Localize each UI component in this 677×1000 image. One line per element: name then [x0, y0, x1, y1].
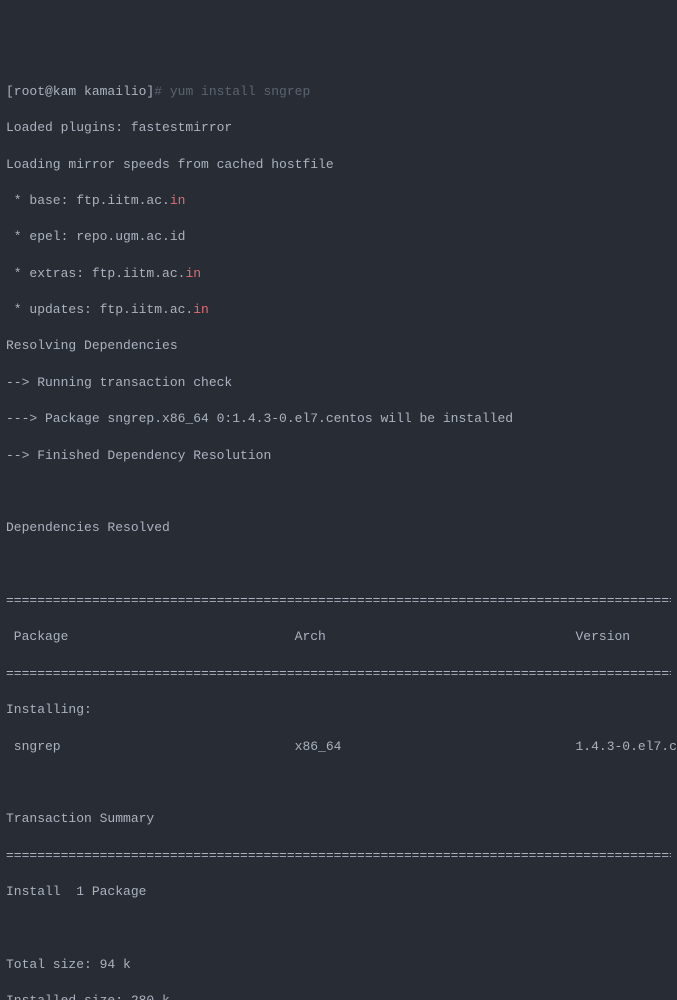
package-row: sngrep x86_64 1.4.3-0.el7.centos	[6, 738, 671, 756]
mirror-extras-tld: in	[185, 266, 201, 281]
blank-line-4	[6, 919, 671, 937]
prompt-user-host: [root@kam kamailio]	[6, 84, 154, 99]
mirror-base-prefix: * base: ftp.iitm.ac.	[6, 193, 170, 208]
blank-line-2	[6, 556, 671, 574]
mirror-updates-line: * updates: ftp.iitm.ac.in	[6, 301, 671, 319]
installed-size: Installed size: 280 k	[6, 992, 671, 1000]
separator-top: ========================================…	[6, 592, 671, 610]
mirror-base-line: * base: ftp.iitm.ac.in	[6, 192, 671, 210]
output-loaded-plugins: Loaded plugins: fastestmirror	[6, 119, 671, 137]
mirror-extras-line: * extras: ftp.iitm.ac.in	[6, 265, 671, 283]
mirror-updates-prefix: * updates: ftp.iitm.ac.	[6, 302, 193, 317]
installing-label: Installing:	[6, 701, 671, 719]
prompt-command: # yum install sngrep	[154, 84, 310, 99]
deps-resolved: Dependencies Resolved	[6, 519, 671, 537]
finished-resolution: --> Finished Dependency Resolution	[6, 447, 671, 465]
install-count: Install 1 Package	[6, 883, 671, 901]
resolving-deps: Resolving Dependencies	[6, 337, 671, 355]
package-installed: ---> Package sngrep.x86_64 0:1.4.3-0.el7…	[6, 410, 671, 428]
mirror-updates-tld: in	[193, 302, 209, 317]
mirror-base-tld: in	[170, 193, 186, 208]
blank-line-3	[6, 774, 671, 792]
terminal-prompt-line: [root@kam kamailio]# yum install sngrep	[6, 83, 671, 101]
output-loading-mirror: Loading mirror speeds from cached hostfi…	[6, 156, 671, 174]
transaction-summary: Transaction Summary	[6, 810, 671, 828]
separator-mid: ========================================…	[6, 665, 671, 683]
separator-bottom: ========================================…	[6, 847, 671, 865]
blank-line-1	[6, 483, 671, 501]
table-header: Package Arch Version	[6, 628, 671, 646]
total-size: Total size: 94 k	[6, 956, 671, 974]
running-check: --> Running transaction check	[6, 374, 671, 392]
mirror-extras-prefix: * extras: ftp.iitm.ac.	[6, 266, 185, 281]
mirror-epel-line: * epel: repo.ugm.ac.id	[6, 228, 671, 246]
